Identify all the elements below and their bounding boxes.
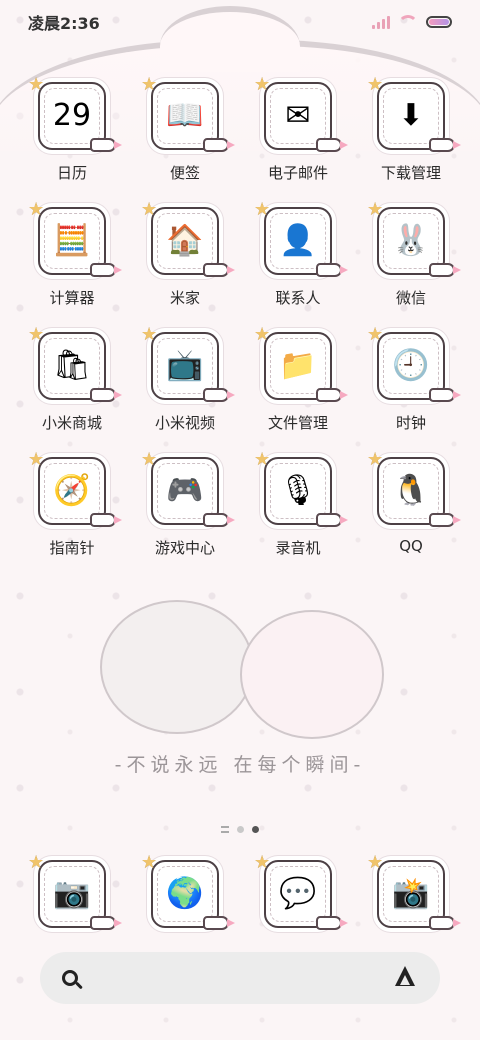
icon-glyph: 📸 [392,876,430,911]
app-label: 时钟 [395,414,426,432]
dock-icon-0[interactable]: ★ 📷 [22,852,122,930]
app-icon-9[interactable]: ★ 📺 小米视频 [135,324,235,433]
wechat-icon[interactable]: ★ 🐰 [367,199,461,277]
icon-glyph: 👤 [279,223,317,258]
app-label: 录音机 [275,539,321,557]
file-manager-icon[interactable]: ★ 📁 [254,324,348,402]
mi-store-icon[interactable]: ★ 🛍 [28,324,122,402]
wifi-icon [398,15,418,29]
app-icon-7[interactable]: ★ 🐰 微信 [361,199,461,308]
app-icon-0[interactable]: ★ 29 日历 [22,74,122,183]
bunny-illustration [240,610,384,739]
page-dot-2[interactable] [252,826,259,833]
calendar-icon[interactable]: ★ 29 [28,74,122,152]
dock: ★ 📷 ★ 🌍 ★ 💬 ★ 📸 [0,852,480,940]
app-icon-4[interactable]: ★ 🧮 计算器 [22,199,122,308]
dock-icon-1[interactable]: ★ 🌍 [135,852,235,930]
app-label: 下载管理 [380,164,441,182]
icon-glyph: 🧭 [53,473,91,508]
icon-glyph: 📷 [53,876,91,911]
app-icon-2[interactable]: ★ ✉ 电子邮件 [248,74,348,183]
icon-glyph: 🕘 [392,348,430,383]
bear-illustration [100,600,254,734]
page-indicator[interactable] [0,826,480,833]
app-icon-12[interactable]: ★ 🧭 指南针 [22,449,122,558]
app-label: 微信 [395,289,426,307]
dock-icon-2[interactable]: ★ 💬 [248,852,348,930]
icon-glyph: 🛍 [52,348,92,383]
browser-globe-icon[interactable]: ★ 🌍 [141,852,235,930]
download-icon[interactable]: ★ ⬇ [367,74,461,152]
app-icon-6[interactable]: ★ 👤 联系人 [248,199,348,308]
app-icon-14[interactable]: ★ 🎙 录音机 [248,449,348,558]
app-icon-3[interactable]: ★ ⬇ 下载管理 [361,74,461,183]
qq-icon[interactable]: ★ 🐧 [367,449,461,527]
icon-glyph: 📁 [279,348,317,383]
search-bar[interactable] [40,952,440,1004]
icon-glyph: 🎙 [278,473,318,508]
app-label: 日历 [56,164,87,182]
camera-icon[interactable]: ★ 📸 [367,852,461,930]
camera-bag-icon[interactable]: ★ 📷 [28,852,122,930]
app-label: 指南针 [49,539,95,557]
assistant-icon[interactable] [392,966,418,990]
app-icon-8[interactable]: ★ 🛍 小米商城 [22,324,122,433]
icon-glyph: 📖 [166,98,204,133]
icon-glyph: 29 [52,98,92,133]
app-label: 小米视频 [154,414,215,432]
calculator-icon[interactable]: ★ 🧮 [28,199,122,277]
app-label: 联系人 [275,289,321,307]
recorder-icon[interactable]: ★ 🎙 [254,449,348,527]
app-icon-13[interactable]: ★ 🎮 游戏中心 [135,449,235,558]
clock-icon[interactable]: ★ 🕘 [367,324,461,402]
icon-glyph: 🎮 [166,473,204,508]
icon-glyph: ⬇ [398,98,424,133]
contacts-icon[interactable]: ★ 👤 [254,199,348,277]
icon-glyph: 🐰 [392,223,430,258]
app-label: 便签 [169,164,200,182]
notes-icon[interactable]: ★ 📖 [141,74,235,152]
page-dot-1[interactable] [237,826,244,833]
app-label: 文件管理 [267,414,328,432]
photo-widget[interactable]: -不说永远 在每个瞬间- [60,570,420,810]
app-label: 电子邮件 [267,164,328,182]
icon-glyph: 🏠 [166,223,204,258]
status-icons [372,15,452,29]
page-indicator-menu[interactable] [221,826,229,833]
mi-video-icon[interactable]: ★ 📺 [141,324,235,402]
game-center-icon[interactable]: ★ 🎮 [141,449,235,527]
app-icon-1[interactable]: ★ 📖 便签 [135,74,235,183]
icon-glyph: 💬 [279,876,317,911]
app-icon-10[interactable]: ★ 📁 文件管理 [248,324,348,433]
email-icon[interactable]: ★ ✉ [254,74,348,152]
dock-icon-3[interactable]: ★ 📸 [361,852,461,930]
app-label: 小米商城 [41,414,102,432]
app-icon-5[interactable]: ★ 🏠 米家 [135,199,235,308]
app-label: 计算器 [49,289,95,307]
app-icon-15[interactable]: ★ 🐧 QQ [361,449,461,555]
compass-icon[interactable]: ★ 🧭 [28,449,122,527]
status-bar: 凌晨2:36 [0,0,480,44]
mijia-icon[interactable]: ★ 🏠 [141,199,235,277]
status-time: 凌晨2:36 [28,14,100,33]
signal-icon [372,15,390,29]
icon-glyph: 📺 [166,348,204,383]
icon-glyph: 🐧 [392,473,430,508]
battery-icon [426,16,452,28]
app-label: 游戏中心 [154,539,215,557]
icon-glyph: ✉ [285,98,311,133]
icon-glyph: 🌍 [166,876,204,911]
messages-icon[interactable]: ★ 💬 [254,852,348,930]
app-label: QQ [399,537,423,555]
icon-glyph: 🧮 [53,223,91,258]
search-icon[interactable] [62,970,78,986]
app-icon-11[interactable]: ★ 🕘 时钟 [361,324,461,433]
app-label: 米家 [169,289,200,307]
widget-caption: -不说永远 在每个瞬间- [114,754,366,776]
